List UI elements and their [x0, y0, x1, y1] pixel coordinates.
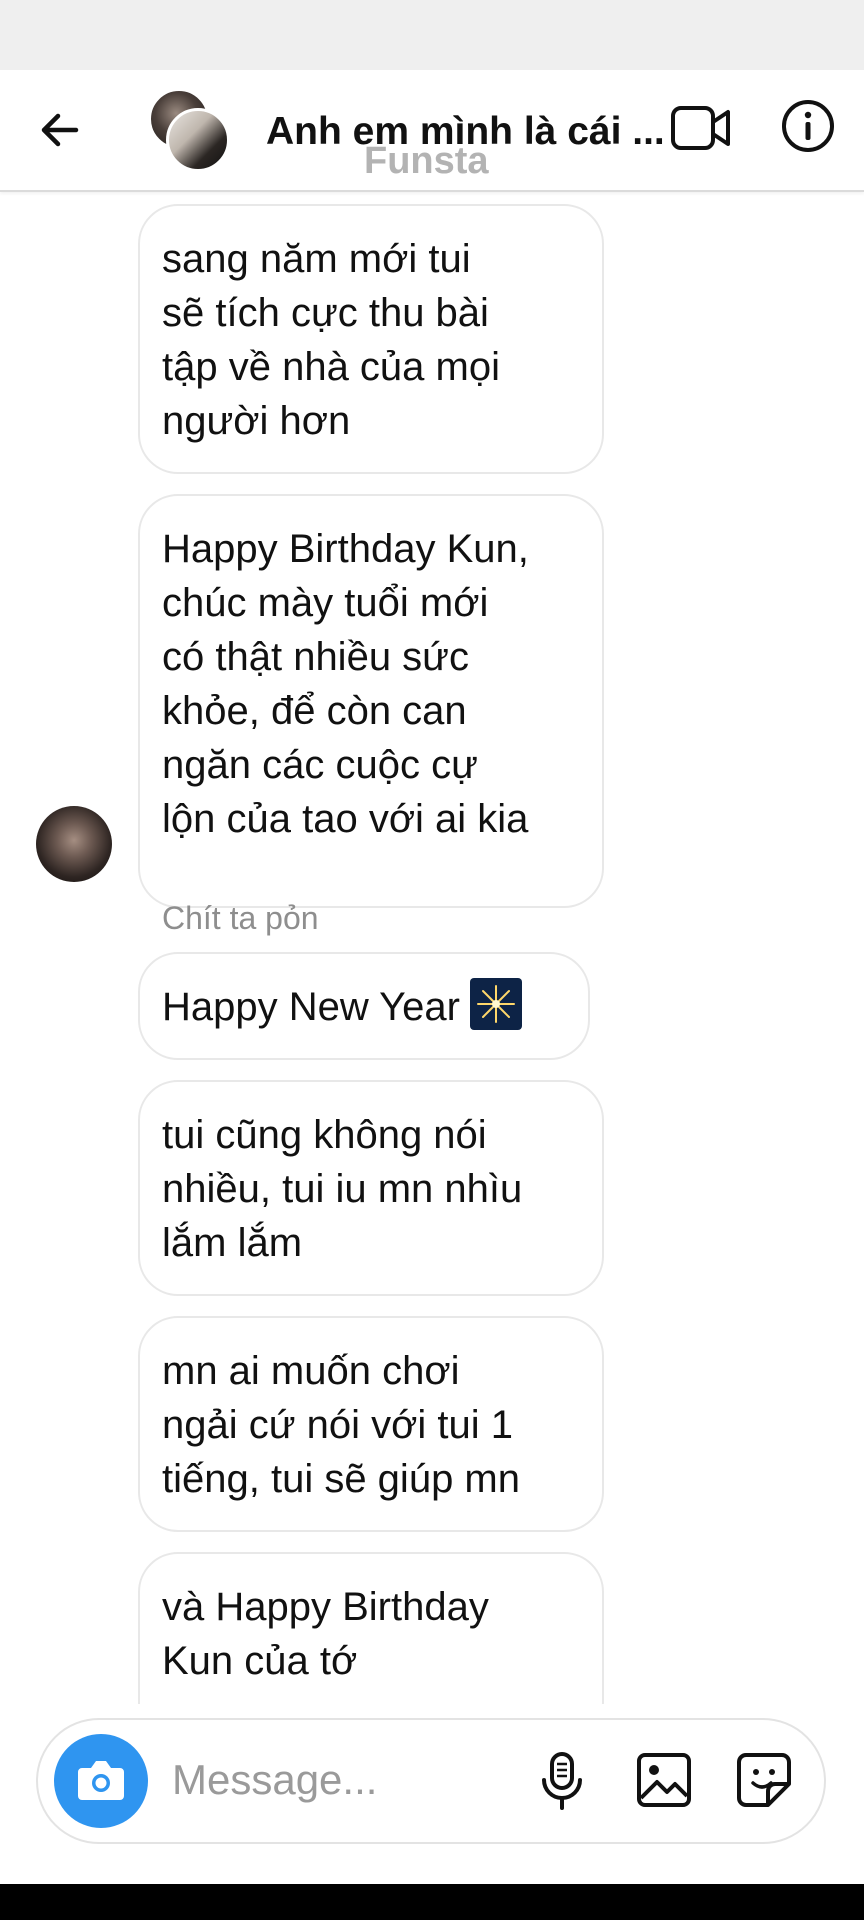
fireworks-icon	[469, 978, 522, 1030]
chat-subtitle: Funsta	[364, 140, 489, 182]
video-camera-icon	[671, 106, 730, 150]
message-thread[interactable]: sang năm mới tui sẽ tích cực thu bài tập…	[0, 192, 864, 1704]
avatar[interactable]	[36, 806, 112, 882]
message-input[interactable]	[172, 1750, 512, 1810]
avatar	[166, 108, 230, 172]
gallery-button[interactable]	[634, 1750, 694, 1810]
chat-header: Anh em mình là cái ... Funsta	[0, 70, 864, 192]
sender-name: Chít ta pỏn	[162, 900, 319, 936]
image-icon	[637, 1753, 691, 1807]
info-icon	[782, 100, 834, 152]
system-nav-bar	[0, 1884, 864, 1920]
info-button[interactable]	[780, 98, 836, 154]
message-bubble[interactable]: mn ai muốn chơi ngải cứ nói với tui 1 ti…	[138, 1316, 604, 1532]
message-text: Happy Birthday Kun, chúc mày tuổi mới có…	[162, 527, 529, 841]
message-text: sang năm mới tui sẽ tích cực thu bài tập…	[162, 237, 500, 443]
microphone-icon	[542, 1752, 582, 1810]
message-text: tui cũng không nói nhiều, tui iu mn nhìu…	[162, 1113, 523, 1265]
voice-message-button[interactable]	[534, 1750, 590, 1812]
message-bubble[interactable]: sang năm mới tui sẽ tích cực thu bài tập…	[138, 204, 604, 474]
arrow-left-icon	[41, 113, 79, 147]
video-call-button[interactable]	[670, 100, 732, 156]
message-text: và Happy Birthday Kun của tớ	[162, 1585, 489, 1683]
group-avatar[interactable]	[148, 88, 230, 172]
message-bubble[interactable]: và Happy Birthday Kun của tớ	[138, 1552, 604, 1704]
message-composer	[36, 1718, 826, 1844]
camera-button[interactable]	[54, 1734, 148, 1828]
message-bubble[interactable]: tui cũng không nói nhiều, tui iu mn nhìu…	[138, 1080, 604, 1296]
status-bar	[0, 0, 864, 70]
message-text: mn ai muốn chơi ngải cứ nói với tui 1 ti…	[162, 1349, 520, 1501]
message-bubble[interactable]: Happy Birthday Kun, chúc mày tuổi mới có…	[138, 494, 604, 908]
message-bubble[interactable]: Happy New Year	[138, 952, 590, 1060]
sticker-button[interactable]	[734, 1750, 794, 1810]
message-text: Happy New Year	[162, 985, 460, 1029]
back-button[interactable]	[36, 106, 84, 154]
sticker-icon	[737, 1753, 791, 1807]
camera-icon	[78, 1761, 124, 1800]
